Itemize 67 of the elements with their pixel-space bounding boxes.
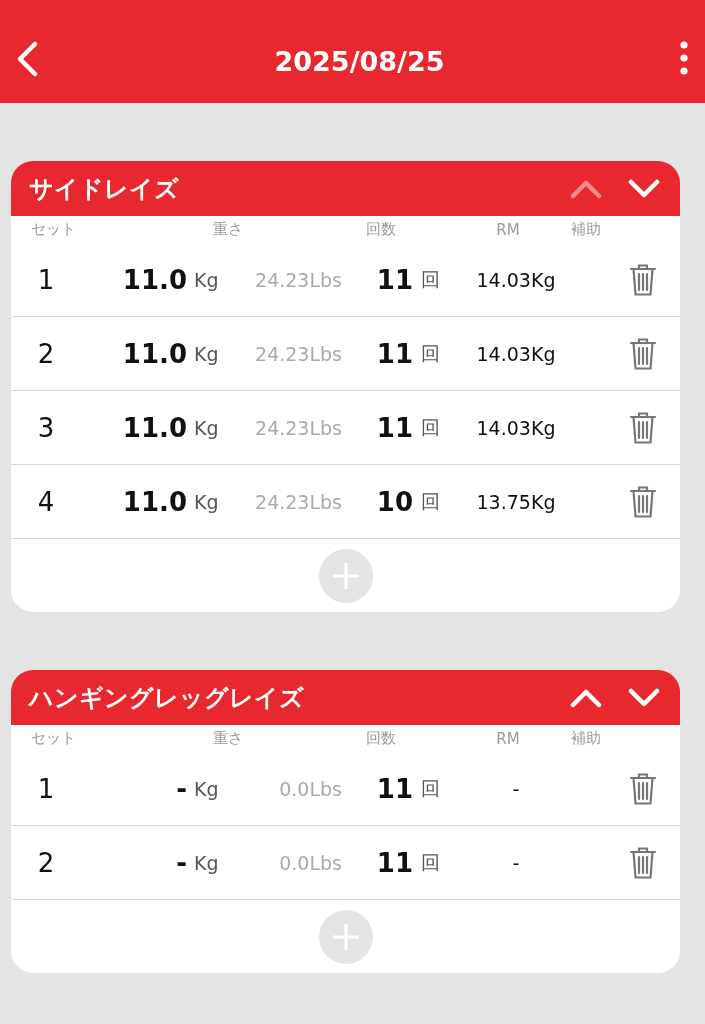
- set-number: 2: [36, 338, 56, 369]
- set-number: 1: [36, 773, 56, 804]
- pounds-value: 24.23Lbs: [254, 342, 342, 365]
- pounds-value: 0.0Lbs: [278, 777, 342, 800]
- column-label: 回数: [365, 729, 397, 748]
- reps-value[interactable]: 11: [342, 264, 413, 295]
- column-label: セット: [30, 220, 77, 239]
- reps-value[interactable]: 10: [342, 486, 413, 517]
- column-label: RM: [495, 220, 521, 239]
- column-label: RM: [495, 729, 521, 748]
- weight-value[interactable]: 11.0: [81, 264, 187, 295]
- reps-unit: 回: [420, 414, 441, 440]
- reps-value[interactable]: 11: [342, 773, 413, 804]
- column-label: 重さ: [212, 729, 244, 748]
- rm-value: 14.03Kg: [475, 268, 557, 291]
- rm-value: 14.03Kg: [475, 342, 557, 365]
- reps-value[interactable]: 11: [342, 847, 413, 878]
- rm-value: -: [511, 851, 521, 874]
- weight-unit: Kg: [193, 851, 220, 874]
- weight-unit: Kg: [193, 777, 220, 800]
- delete-icon[interactable]: [629, 410, 657, 445]
- delete-icon[interactable]: [629, 771, 657, 806]
- weight-value[interactable]: -: [81, 773, 187, 804]
- column-label: 回数: [365, 220, 397, 239]
- delete-icon[interactable]: [629, 262, 657, 297]
- reps-unit: 回: [420, 849, 441, 875]
- reps-unit: 回: [420, 266, 441, 292]
- column-label: 重さ: [212, 220, 244, 239]
- rm-value: 13.75Kg: [475, 490, 557, 513]
- reps-value[interactable]: 11: [342, 338, 413, 369]
- reps-unit: 回: [420, 488, 441, 514]
- pounds-value: 24.23Lbs: [254, 490, 342, 513]
- weight-value[interactable]: 11.0: [81, 412, 187, 443]
- exercise-name: サイドレイズ: [29, 173, 180, 205]
- delete-icon[interactable]: [629, 484, 657, 519]
- column-label: セット: [30, 729, 77, 748]
- more-menu-button[interactable]: [679, 40, 689, 76]
- set-number: 3: [36, 412, 56, 443]
- delete-icon[interactable]: [629, 336, 657, 371]
- reps-unit: 回: [420, 340, 441, 366]
- set-number: 4: [36, 486, 56, 517]
- exercise-name: ハンギングレッグレイズ: [29, 682, 305, 714]
- reps-unit: 回: [420, 775, 441, 801]
- move-up-button[interactable]: [570, 687, 602, 708]
- weight-unit: Kg: [193, 342, 220, 365]
- pounds-value: 0.0Lbs: [278, 851, 342, 874]
- move-down-button[interactable]: [628, 178, 660, 199]
- header-title: 2025/08/25: [274, 46, 445, 77]
- column-label: 補助: [570, 729, 602, 748]
- move-down-button[interactable]: [628, 687, 660, 708]
- delete-icon[interactable]: [629, 845, 657, 880]
- pounds-value: 24.23Lbs: [254, 268, 342, 291]
- rm-value: 14.03Kg: [475, 416, 557, 439]
- rm-value: -: [511, 777, 521, 800]
- plus-icon: [330, 921, 361, 952]
- weight-unit: Kg: [193, 416, 220, 439]
- reps-value[interactable]: 11: [342, 412, 413, 443]
- column-label: 補助: [570, 220, 602, 239]
- pounds-value: 24.23Lbs: [254, 416, 342, 439]
- set-number: 2: [36, 847, 56, 878]
- weight-value[interactable]: -: [81, 847, 187, 878]
- weight-value[interactable]: 11.0: [81, 338, 187, 369]
- weight-value[interactable]: 11.0: [81, 486, 187, 517]
- weight-unit: Kg: [193, 268, 220, 291]
- weight-unit: Kg: [193, 490, 220, 513]
- set-number: 1: [36, 264, 56, 295]
- plus-icon: [330, 560, 361, 591]
